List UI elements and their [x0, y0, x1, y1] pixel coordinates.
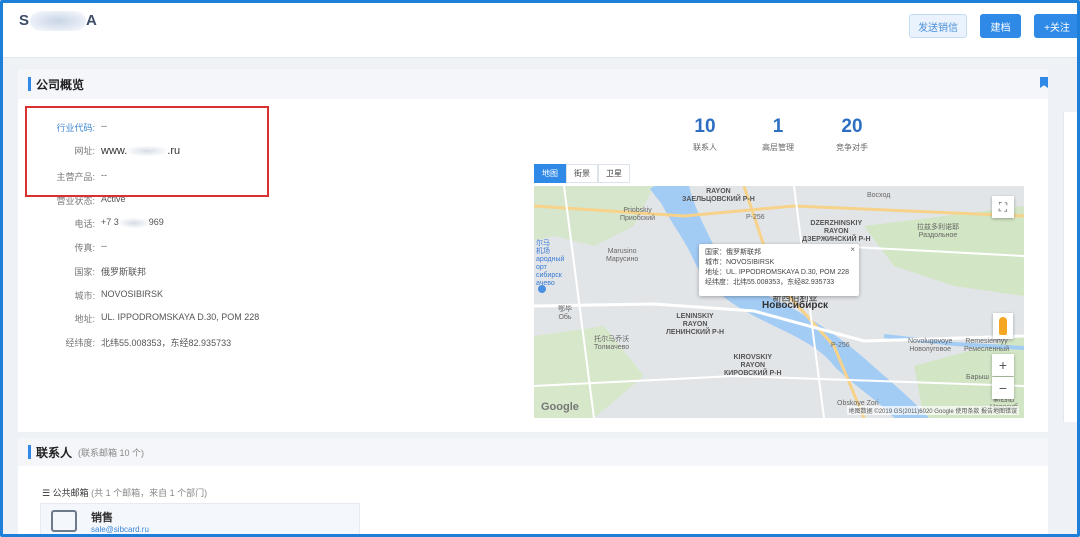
section-accent — [28, 445, 31, 459]
zoom-in-button[interactable]: + — [992, 354, 1014, 376]
logo: SA — [19, 11, 98, 31]
highlight-box — [25, 106, 269, 197]
map-view[interactable]: RAYON ЗАЕЛЬЦОВСКИЙ Р-Н DZERZHINSKIY RAYON Д… — [534, 186, 1024, 418]
stat-executives[interactable]: 1 高层管理 — [748, 116, 808, 153]
field-label: 城市: — [74, 291, 95, 301]
field-country: 国家: 俄罗斯联邦 — [45, 265, 146, 278]
map-label-tolmachevo: 托尔马乔沃 Толмачево — [594, 336, 630, 351]
mailbox-name: 销售 — [91, 512, 113, 524]
field-address: 地址: UL. IPPODROMSKAYA D.30, POM 228 — [45, 312, 259, 325]
field-label: 国家: — [74, 267, 95, 277]
field-label: 地址: — [74, 314, 95, 324]
stat-competitors[interactable]: 20 竞争对手 — [822, 116, 882, 153]
map-label-dzerzhinsky: DZERZHINSKIY RAYON ДЗЕРЖИНСКИЙ Р-Н — [802, 220, 871, 243]
stat-number: 1 — [772, 116, 784, 137]
stat-label: 联系人 — [693, 143, 717, 152]
mailbox-check-icon — [51, 510, 77, 532]
field-value: UL. IPPODROMSKAYA D.30, POM 228 — [101, 312, 260, 322]
overview-header: 公司概览 — [18, 69, 1048, 99]
field-coordinates: 经纬度: 北纬55.008353，东经82.935733 — [45, 336, 231, 349]
map-label-airport: 尔马 机场 ародный орт сибирск ачево — [536, 240, 565, 287]
info-coords: 经纬度：北纬55.008353，东经82.935733 — [705, 279, 835, 286]
map-label-zaeltsovsky: RAYON ЗАЕЛЬЦОВСКИЙ Р-Н — [682, 188, 755, 203]
tab-street[interactable]: 街景 — [566, 164, 598, 183]
stat-label: 高层管理 — [762, 143, 794, 152]
fullscreen-icon[interactable]: ⛶ — [992, 196, 1014, 218]
map-label-kirovsky: KIROVSKIY RAYON КИРОВСКИЙ Р-Н — [724, 354, 782, 377]
field-label: 电话: — [74, 219, 95, 229]
stat-number: 20 — [841, 116, 863, 137]
field-phone: 电话: +7 3 969 — [45, 217, 164, 230]
pegman-icon[interactable] — [993, 313, 1013, 339]
map-tabs: 地图 街景 卫星 — [534, 164, 630, 183]
info-address: 地址：UL. IPPODROMSKAYA D.30, POM 228 — [705, 269, 850, 276]
public-mailbox-heading: ☰ 公共邮箱 (共 1 个邮箱，来自 1 个部门) — [42, 488, 208, 498]
map-label-ob: 鄂毕 Обь — [558, 306, 572, 321]
side-toolbar — [1063, 112, 1077, 422]
mailbox-item[interactable]: 销售 sale@sibcard.ru — [40, 503, 360, 537]
map-label-razdolnoye: 拉兹多利诺耶 Раздольное — [917, 224, 959, 239]
google-logo: Google — [541, 401, 579, 413]
logo-blur — [30, 11, 87, 31]
archive-button[interactable]: 建档 — [980, 14, 1021, 38]
tab-satellite[interactable]: 卫星 — [598, 164, 630, 183]
field-value: NOVOSIBIRSK — [101, 289, 164, 299]
send-message-button[interactable]: 发送销信 — [909, 14, 967, 38]
tab-map[interactable]: 地图 — [534, 164, 566, 183]
contacts-header: 联系人 (联系邮箱 10 个) — [18, 438, 1048, 466]
map-road-label: P-256 — [746, 214, 765, 221]
stat-number: 10 — [694, 116, 716, 137]
logo-left: S — [19, 11, 31, 29]
field-label: 传真: — [74, 243, 95, 253]
map-label-voskhod: Восход — [867, 192, 891, 199]
map-label-novolugovoye: Novolugovoye Новолуговое — [908, 338, 953, 353]
phone-value: +7 3 969 — [101, 217, 164, 228]
follow-button[interactable]: +关注 — [1034, 14, 1080, 38]
map-label-priobsky: Priobskiy Приобский — [620, 207, 656, 222]
overview-title: 公司概览 — [36, 77, 85, 92]
top-bar: SA 发送销信 建档 +关注 — [3, 3, 1080, 58]
field-city: 城市: NOVOSIBIRSK — [45, 289, 163, 302]
field-value: 俄罗斯联邦 — [101, 267, 147, 277]
map-label-barysh: Барыш — [966, 374, 990, 381]
info-country: 国家：俄罗斯联邦 — [705, 249, 761, 256]
map-label-remeslenny: Remesiennyy Ремесленный — [964, 338, 1010, 353]
map-info-window: × 国家：俄罗斯联邦 城市：NOVOSIBIRSK 地址：UL. IPPODRO… — [699, 244, 859, 296]
stat-label: 竞争对手 — [836, 143, 868, 152]
close-icon[interactable]: × — [850, 245, 855, 255]
field-value: -- — [101, 241, 107, 251]
map-copyright[interactable]: 地图数据 ©2019 GS(2011)6020 Google 使用条款 报告地图… — [846, 406, 1019, 415]
field-label: 经纬度: — [65, 338, 95, 348]
contacts-title: 联系人 — [36, 445, 73, 460]
map-city-label: 新西伯利亚 Новосибирск — [762, 293, 829, 311]
mailbox-email[interactable]: sale@sibcard.ru — [91, 525, 149, 534]
stat-contacts[interactable]: 10 联系人 — [675, 116, 735, 153]
logo-right: A — [86, 11, 98, 29]
contacts-subtitle: (联系邮箱 10 个) — [78, 447, 145, 458]
bookmark-icon[interactable] — [1040, 77, 1048, 88]
section-accent — [28, 77, 31, 91]
map-label-leninsky: LENINSKIY RAYON ЛЕНИНСКИЙ Р-Н — [666, 313, 725, 336]
list-icon: ☰ — [42, 488, 53, 498]
field-fax: 传真: -- — [45, 241, 107, 254]
info-city: 城市：NOVOSIBIRSK — [705, 259, 775, 266]
field-value: 北纬55.008353，东经82.935733 — [101, 338, 232, 348]
zoom-out-button[interactable]: − — [992, 377, 1014, 399]
map-label-marusino: Marusino Марусино — [606, 248, 639, 263]
map-road-label: P-256 — [831, 342, 850, 349]
